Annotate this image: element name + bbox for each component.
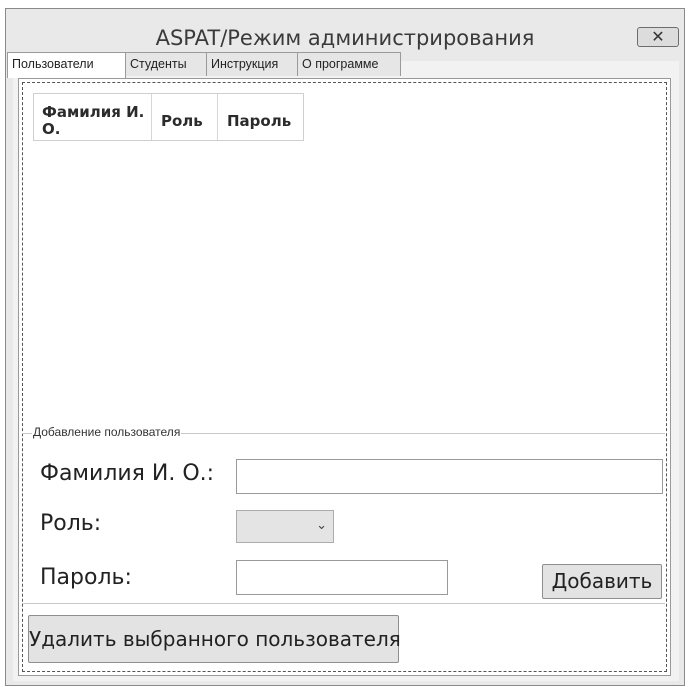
add-user-legend: Добавление пользователя (32, 425, 182, 439)
column-header-role[interactable]: Роль (152, 94, 218, 140)
add-user-button[interactable]: Добавить (542, 564, 662, 599)
delete-user-button[interactable]: Удалить выбранного пользователя (28, 615, 401, 663)
column-header-role-text: Роль (161, 112, 203, 130)
name-label: Фамилия И. О.: (40, 461, 215, 486)
column-header-name[interactable]: Фамилия И. О. (34, 94, 152, 140)
close-icon: ✕ (651, 29, 665, 46)
column-header-password[interactable]: Пароль (218, 94, 304, 140)
divider (22, 603, 665, 604)
close-button[interactable]: ✕ (637, 27, 679, 47)
role-label: Роль: (40, 511, 102, 536)
tab-instructions[interactable]: Инструкция (206, 52, 298, 76)
column-header-password-text: Пароль (227, 112, 292, 130)
role-select[interactable]: ⌄ (236, 510, 334, 543)
window-title: ASPAT/Режим администрирования (155, 26, 535, 50)
tab-students[interactable]: Студенты (125, 52, 207, 76)
users-table[interactable]: Фамилия И. О. Роль Пароль (33, 93, 304, 141)
column-header-name-text: Фамилия И. О. (42, 103, 145, 138)
title-bar[interactable]: ASPAT/Режим администрирования ✕ (6, 9, 684, 57)
tab-users[interactable]: Пользователи (7, 52, 126, 78)
password-label: Пароль: (40, 565, 132, 590)
chevron-down-icon: ⌄ (316, 517, 327, 532)
tab-about[interactable]: О программе (297, 52, 401, 76)
password-field[interactable] (236, 560, 448, 595)
name-field[interactable] (236, 459, 663, 494)
users-tab-panel: Фамилия И. О. Роль Пароль Добавление пол… (18, 78, 671, 676)
